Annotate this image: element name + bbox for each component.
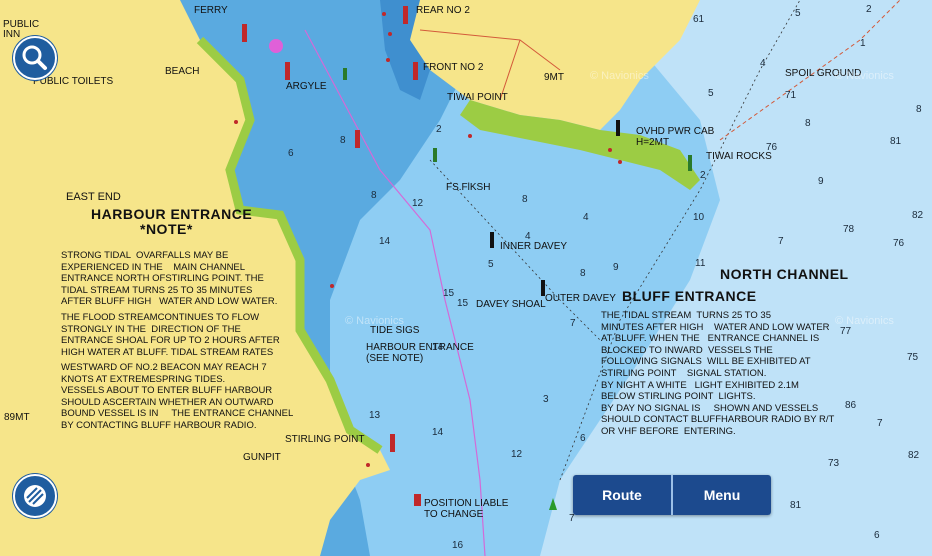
sounding: 76 (893, 238, 905, 249)
fs-flksh-label: FS.FlKSH (446, 182, 491, 193)
front-no2-label: FRONT NO 2 (423, 62, 484, 73)
harbour-entrance-label: HARBOUR ENTRANCE (91, 206, 253, 222)
sounding: 6 (288, 148, 294, 159)
sounding: 75 (907, 352, 919, 363)
sounding: 2 (436, 124, 442, 135)
sounding: 2 (700, 170, 706, 181)
rear-no2-label: REAR NO 2 (416, 5, 470, 16)
ferry-label: FERRY (194, 5, 228, 16)
bluff-entrance-label: BLUFF ENTRANCE (622, 288, 757, 304)
sounding: 14 (432, 427, 444, 438)
tiwai-rocks-label: TIWAI ROCKS (706, 151, 772, 162)
bottom-action-bar: Route Menu (573, 475, 771, 515)
89mt-label: 89MT (4, 412, 30, 423)
sounding: 13 (369, 410, 381, 421)
watermark: © Navionics (835, 70, 894, 82)
route-button[interactable]: Route (573, 475, 671, 515)
sounding: 12 (511, 449, 523, 460)
sounding: 71 (785, 90, 797, 101)
sounding: 15 (443, 288, 455, 299)
sounding: 8 (916, 104, 922, 115)
gunpit-label: GUNPIT (243, 452, 281, 463)
watermark: © Navionics (345, 315, 404, 327)
sounding: 8 (340, 135, 346, 146)
sounding: 5 (708, 88, 714, 99)
sounding: 1 (860, 38, 866, 49)
sounding: 5 (488, 259, 494, 270)
sounding: 9 (818, 176, 824, 187)
sounding: 77 (840, 326, 852, 337)
sounding: 8 (371, 190, 377, 201)
magnifier-icon (22, 45, 47, 70)
harbour-note-text: STRONG TIDAL OVARFALLS MAY BE EXPERIENCE… (61, 250, 278, 308)
sounding: 8 (580, 268, 586, 279)
sounding: 5 (795, 8, 801, 19)
westward-note-text: WESTWARD OF NO.2 BEACON MAY REACH 7 KNOT… (61, 362, 294, 431)
tide-sigs-label: TIDE SIGS (370, 325, 420, 336)
sounding: 78 (843, 224, 855, 235)
inner-davey-label: INNER DAVEY (500, 241, 568, 252)
tiwai-point-label: TIWAI POINT (447, 92, 508, 103)
outer-davey-label: OUTER DAVEY (545, 293, 616, 304)
sounding: 6 (874, 530, 880, 541)
beach-label: BEACH (165, 66, 200, 77)
sounding: 14 (379, 236, 391, 247)
sounding: 4 (583, 212, 589, 223)
sounding: 81 (890, 136, 902, 147)
sounding: 4 (525, 231, 531, 242)
sounding: 14 (432, 342, 444, 353)
davey-shoal-label: DAVEY SHOAL (476, 299, 546, 310)
sounding: 76 (766, 142, 778, 153)
sounding: 9 (613, 262, 619, 273)
sounding: 3 (543, 394, 549, 405)
layers-icon (24, 485, 46, 507)
9mt-label: 9MT (544, 72, 564, 83)
sounding: 4 (760, 58, 766, 69)
sounding: 73 (828, 458, 840, 469)
sounding: 8 (805, 118, 811, 129)
sounding: 7 (778, 236, 784, 247)
sounding: 8 (522, 194, 528, 205)
overhead-power-cable-label: OVHD PWR CAB H=2MT (636, 126, 715, 148)
sounding: 16 (452, 540, 464, 551)
sounding: 10 (693, 212, 705, 223)
watermark: © Navionics (590, 70, 649, 82)
sounding: 82 (908, 450, 920, 461)
sounding: 61 (693, 14, 705, 25)
bluff-note-text: THE TIDAL STREAM TURNS 25 TO 35 MINUTES … (601, 310, 835, 437)
flood-note-text: THE FLOOD STREAMCONTINUES TO FLOW STRONG… (61, 312, 280, 358)
note-mark-label: *NOTE* (140, 221, 193, 237)
sounding: 81 (790, 500, 802, 511)
east-end-label: EAST END (66, 191, 121, 203)
sounding: 6 (580, 433, 586, 444)
sounding: 2 (866, 4, 872, 15)
argyle-label: ARGYLE (286, 81, 327, 92)
north-channel-label: NORTH CHANNEL (720, 266, 849, 282)
zoom-button[interactable] (13, 36, 57, 80)
position-liable-label: POSITION LIABLE TO CHANGE (424, 498, 509, 520)
sounding: 86 (845, 400, 857, 411)
menu-button[interactable]: Menu (673, 475, 771, 515)
sounding: 82 (912, 210, 924, 221)
harbour-entrance-see-note-label: HARBOUR ENTRANCE (SEE NOTE) (366, 342, 474, 364)
sounding: 7 (877, 418, 883, 429)
stirling-point-label: STIRLING POINT (285, 434, 365, 445)
sounding: 7 (570, 318, 576, 329)
sounding: 12 (412, 198, 424, 209)
sounding: 15 (457, 298, 469, 309)
sounding: 11 (695, 258, 706, 269)
layers-button[interactable] (13, 474, 57, 518)
